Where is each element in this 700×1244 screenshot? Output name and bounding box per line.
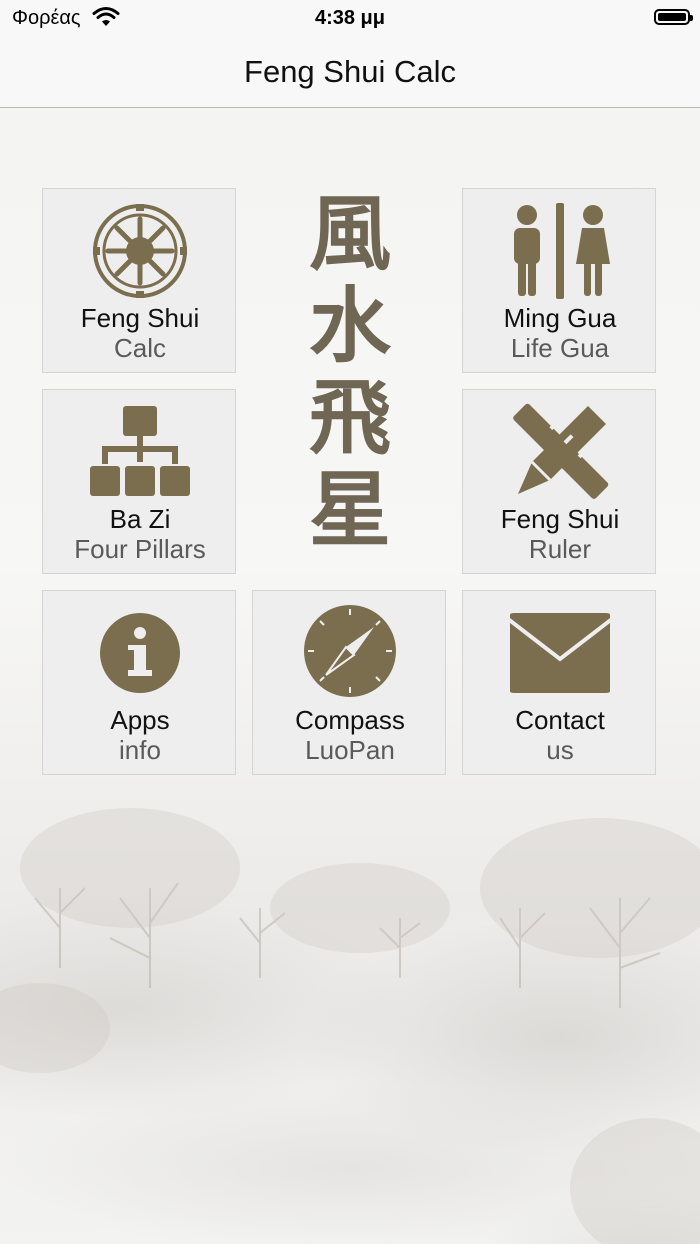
tile-subtitle: Calc xyxy=(113,333,166,363)
page-title: Feng Shui Calc xyxy=(244,54,456,89)
org-chart-icon xyxy=(90,406,190,496)
tile-subtitle: us xyxy=(546,735,574,765)
ba-zi-button[interactable]: Ba Zi Four Pillars xyxy=(42,389,236,574)
envelope-icon xyxy=(510,613,610,693)
feng-shui-calc-button[interactable]: Feng Shui Calc xyxy=(42,188,236,373)
battery-icon xyxy=(654,9,693,25)
dharma-wheel-icon xyxy=(93,204,187,298)
calligraphy-char: 飛 xyxy=(308,370,391,466)
contact-us-button[interactable]: Contact us xyxy=(462,590,656,775)
tile-title: Feng Shui xyxy=(80,303,200,333)
tile-title: Ba Zi xyxy=(109,504,171,534)
tile-subtitle: Life Gua xyxy=(510,333,610,363)
status-bar: Φορέας 4:38 μμ xyxy=(0,0,700,38)
ruler-pencil-icon xyxy=(513,403,609,499)
tile-title: Compass xyxy=(295,705,405,735)
info-icon xyxy=(100,613,180,693)
compass-icon xyxy=(304,605,396,697)
calligraphy-column: 風 水 飛 星 xyxy=(292,188,408,568)
feng-shui-ruler-button[interactable]: Feng Shui Ruler xyxy=(462,389,656,574)
tile-title: Apps xyxy=(110,705,170,735)
calligraphy-char: 風 xyxy=(308,186,391,282)
calligraphy-char: 水 xyxy=(308,278,391,374)
tile-subtitle: LuoPan xyxy=(305,735,395,765)
clock: 4:38 μμ xyxy=(314,7,386,29)
compass-luopan-button[interactable]: Compass LuoPan xyxy=(252,590,446,775)
tile-title: Contact xyxy=(515,705,605,735)
navigation-bar: Feng Shui Calc xyxy=(0,38,700,108)
tile-subtitle: info xyxy=(119,735,161,765)
tile-subtitle: Four Pillars xyxy=(74,534,206,564)
tile-title: Ming Gua xyxy=(503,303,617,333)
tile-title: Feng Shui xyxy=(500,504,620,534)
apps-info-button[interactable]: Apps info xyxy=(42,590,236,775)
man-woman-icon xyxy=(514,203,610,299)
ming-gua-button[interactable]: Ming Gua Life Gua xyxy=(462,188,656,373)
tile-subtitle: Ruler xyxy=(528,534,592,564)
calligraphy-char: 星 xyxy=(308,462,391,558)
